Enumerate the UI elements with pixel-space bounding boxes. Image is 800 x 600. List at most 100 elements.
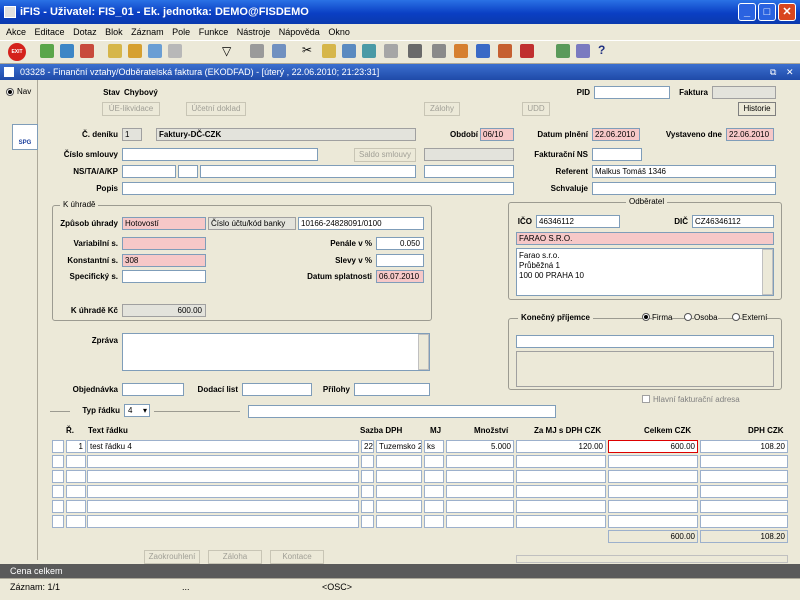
- obdobi-input[interactable]: 06/10: [480, 128, 514, 141]
- execute-query-icon[interactable]: [128, 44, 142, 58]
- cell-za-mj[interactable]: 120.00: [516, 440, 606, 453]
- kontace-button[interactable]: Kontace: [270, 550, 324, 564]
- udd-button[interactable]: UDD: [522, 102, 550, 116]
- exit-icon[interactable]: EXIT: [8, 43, 26, 61]
- table-cell[interactable]: [361, 470, 374, 483]
- save-icon[interactable]: [60, 44, 74, 58]
- print-icon[interactable]: [250, 44, 264, 58]
- hlavni-adresa-checkbox[interactable]: [642, 395, 650, 403]
- form-restore-icon[interactable]: ⧉: [770, 64, 776, 80]
- table-cell[interactable]: [700, 515, 788, 528]
- fakturacni-ns-input[interactable]: [592, 148, 642, 161]
- menu-blok[interactable]: Blok: [105, 27, 123, 37]
- table-cell[interactable]: [361, 455, 374, 468]
- table-cell[interactable]: [516, 515, 606, 528]
- tools-icon[interactable]: [498, 44, 512, 58]
- table-cell[interactable]: [700, 485, 788, 498]
- ns-input[interactable]: [122, 165, 176, 178]
- help-icon[interactable]: ?: [598, 43, 605, 57]
- menu-akce[interactable]: Akce: [6, 27, 26, 37]
- spg-button[interactable]: SPG: [12, 124, 38, 150]
- minimize-button[interactable]: _: [738, 3, 756, 21]
- referent-input[interactable]: Malkus Tomáš 1346: [592, 165, 776, 178]
- cancel-query-icon[interactable]: [168, 44, 182, 58]
- table-cell[interactable]: [446, 515, 514, 528]
- table-cell[interactable]: [87, 470, 359, 483]
- zaokrouhleni-button[interactable]: Zaokrouhlení: [144, 550, 200, 564]
- prilohy-input[interactable]: [354, 383, 430, 396]
- cell-sazba[interactable]: 22: [361, 440, 374, 453]
- c-deniku-input[interactable]: 1: [122, 128, 142, 141]
- table-cell[interactable]: [700, 455, 788, 468]
- cell-sazba-name[interactable]: Tuzemsko 2: [376, 440, 422, 453]
- splatnost-input[interactable]: 06.07.2010: [376, 270, 424, 283]
- menu-zaznam[interactable]: Záznam: [131, 27, 164, 37]
- cell-mj[interactable]: ks: [424, 440, 444, 453]
- radio-firma[interactable]: [642, 313, 650, 321]
- table-cell[interactable]: [446, 485, 514, 498]
- table-cell[interactable]: [608, 500, 698, 513]
- close-button[interactable]: ✕: [778, 3, 796, 21]
- table-cell[interactable]: [87, 455, 359, 468]
- nav-radio[interactable]: [6, 88, 14, 96]
- table-cell[interactable]: [608, 455, 698, 468]
- ta-input[interactable]: [178, 165, 198, 178]
- penale-input[interactable]: 0.050: [376, 237, 424, 250]
- prijemce-name-input[interactable]: [516, 335, 774, 348]
- table-cell[interactable]: [66, 515, 86, 528]
- table-cell[interactable]: [446, 470, 514, 483]
- find-icon[interactable]: [362, 44, 376, 58]
- table-cell[interactable]: [66, 485, 86, 498]
- menu-editace[interactable]: Editace: [35, 27, 65, 37]
- address-box[interactable]: Farao s.r.o. Průběžná 1 100 00 PRAHA 10: [516, 248, 774, 296]
- table-cell[interactable]: [87, 485, 359, 498]
- zprava-scrollbar[interactable]: [418, 334, 429, 370]
- filter-icon[interactable]: ▽: [222, 44, 231, 58]
- table-cell[interactable]: [376, 485, 422, 498]
- query-icon[interactable]: [108, 44, 122, 58]
- table-cell[interactable]: [700, 470, 788, 483]
- typ-radku-select[interactable]: 4 ▾: [124, 404, 150, 417]
- typ-radku-description[interactable]: [248, 405, 556, 418]
- vystaveno-input[interactable]: 22.06.2010: [726, 128, 774, 141]
- cell-text[interactable]: test řádku 4: [87, 440, 359, 453]
- zprava-textarea[interactable]: [122, 333, 430, 371]
- ucet-input[interactable]: 10166-24828091/0100: [298, 217, 424, 230]
- table-cell[interactable]: [424, 515, 444, 528]
- table-cell[interactable]: [424, 500, 444, 513]
- stop-icon[interactable]: [520, 44, 534, 58]
- menu-pole[interactable]: Pole: [172, 27, 190, 37]
- historie-button[interactable]: Historie: [738, 102, 776, 116]
- cell-dph[interactable]: 108.20: [700, 440, 788, 453]
- menu-dotaz[interactable]: Dotaz: [73, 27, 97, 37]
- dodaci-input[interactable]: [242, 383, 312, 396]
- saldo-smlouvy-button[interactable]: Saldo smlouvy: [354, 148, 416, 162]
- table-cell[interactable]: [52, 515, 64, 528]
- menu-okno[interactable]: Okno: [328, 27, 350, 37]
- variabilni-input[interactable]: [122, 237, 206, 250]
- zpusob-input[interactable]: Hotovostí: [122, 217, 206, 230]
- table-cell[interactable]: [608, 515, 698, 528]
- zaloha-button[interactable]: Záloha: [208, 550, 262, 564]
- table-cell[interactable]: [700, 500, 788, 513]
- dic-input[interactable]: CZ46346112: [692, 215, 774, 228]
- table-cell[interactable]: [52, 500, 64, 513]
- pid-input[interactable]: [594, 86, 670, 99]
- table-cell[interactable]: [424, 470, 444, 483]
- table-cell[interactable]: [516, 455, 606, 468]
- table-cell[interactable]: [608, 485, 698, 498]
- table-cell[interactable]: [446, 455, 514, 468]
- radio-osoba[interactable]: [684, 313, 692, 321]
- table-cell[interactable]: [376, 515, 422, 528]
- menu-napoveda[interactable]: Nápověda: [279, 27, 320, 37]
- table-cell[interactable]: [87, 515, 359, 528]
- slevy-input[interactable]: [376, 254, 424, 267]
- table-cell[interactable]: [361, 485, 374, 498]
- faktura-input[interactable]: [712, 86, 776, 99]
- cell-mnozstvi[interactable]: 5.000: [446, 440, 514, 453]
- ucetni-doklad-button[interactable]: Účetní doklad: [186, 102, 246, 116]
- cislo-smlouvy-input[interactable]: [122, 148, 318, 161]
- calculator-icon[interactable]: [408, 44, 422, 58]
- delete-record-icon[interactable]: [80, 44, 94, 58]
- cell-r[interactable]: 1: [66, 440, 86, 453]
